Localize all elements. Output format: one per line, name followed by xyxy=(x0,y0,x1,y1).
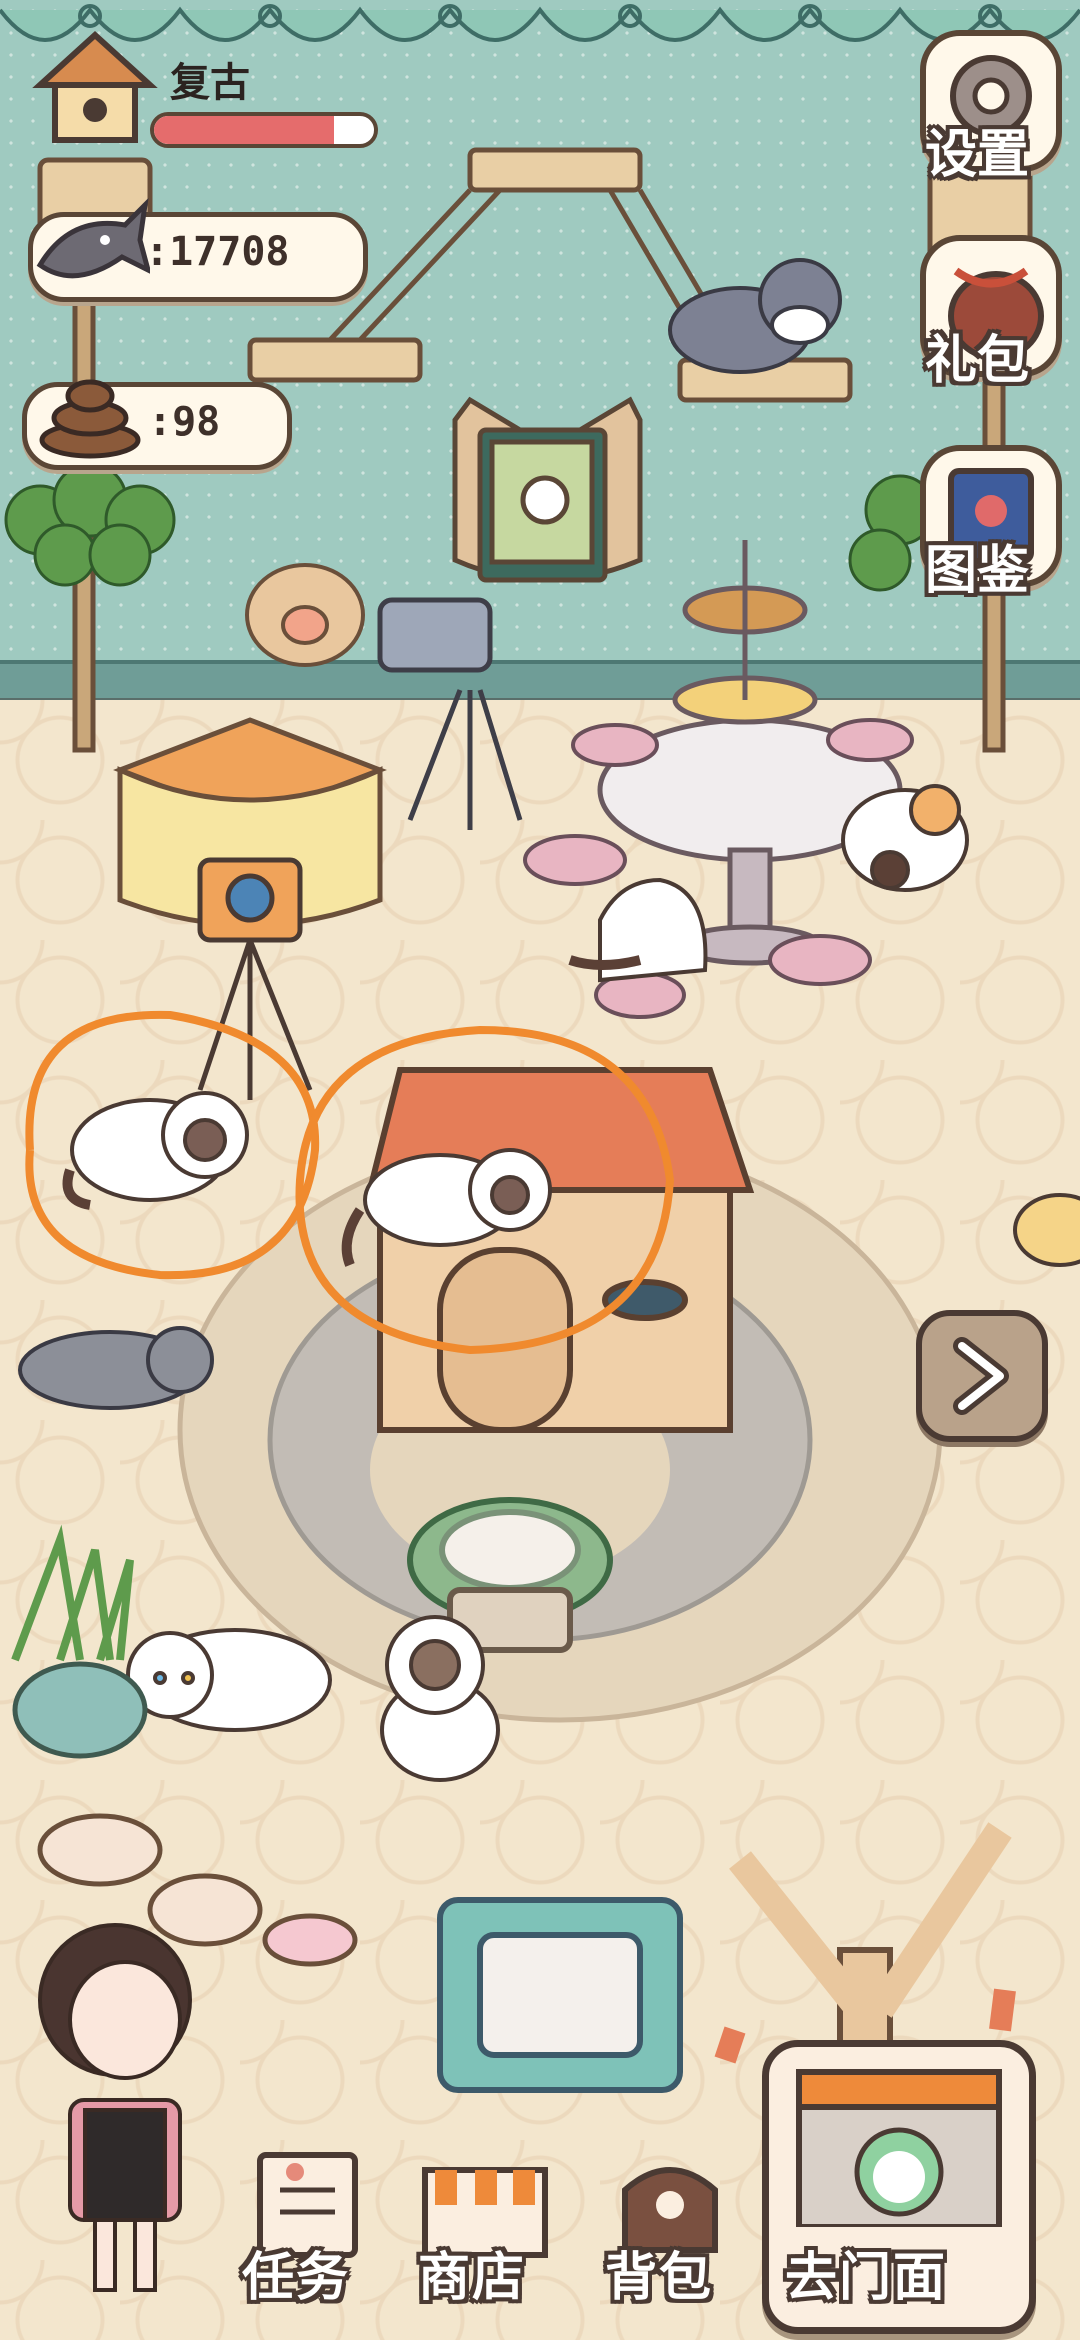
next-room-button[interactable] xyxy=(916,1310,1048,1442)
catalog-label: 图鉴 xyxy=(925,541,1030,601)
gift-pack-label: 礼包 xyxy=(925,331,1030,391)
cat-grass-pot xyxy=(11,1524,148,1759)
shop-label: 商店 xyxy=(418,2248,527,2308)
settings-label: 设置 xyxy=(925,125,1030,185)
teal-cushion xyxy=(437,1897,683,2093)
fish-count: :17708 xyxy=(145,229,290,275)
level-progress-fill xyxy=(154,116,335,144)
white-cat-sitting xyxy=(568,877,708,983)
cat-room-scene xyxy=(4,147,1080,2292)
spotlight-tripod xyxy=(377,597,523,830)
camera-tripod xyxy=(197,857,313,1100)
tasks-label: 任务 xyxy=(242,2248,351,2308)
level-progress-bar xyxy=(150,112,378,148)
barista-character xyxy=(38,1923,192,2292)
backpack-label: 背包 xyxy=(605,2248,714,2308)
level-name: 复古 xyxy=(170,60,250,106)
white-cat-lying xyxy=(126,1628,332,1732)
storefront-icon xyxy=(796,2069,1002,2230)
orange-cat-peeking xyxy=(1013,1193,1080,1267)
poop-count: :98 xyxy=(148,399,221,445)
cat-book-frame xyxy=(452,396,643,583)
fish-icon xyxy=(30,195,152,295)
paw-wall-plaque xyxy=(245,563,365,667)
cat-house xyxy=(366,1067,755,1433)
hanging-plant-left xyxy=(4,462,176,587)
grey-cat-on-shelf xyxy=(668,258,842,374)
house-level-icon[interactable] xyxy=(30,30,160,150)
chevron-right-icon xyxy=(953,1337,1009,1415)
poop-icon xyxy=(35,360,145,460)
siamese-cat-left xyxy=(62,1091,249,1210)
storefront-label: 去门面 xyxy=(785,2248,948,2308)
